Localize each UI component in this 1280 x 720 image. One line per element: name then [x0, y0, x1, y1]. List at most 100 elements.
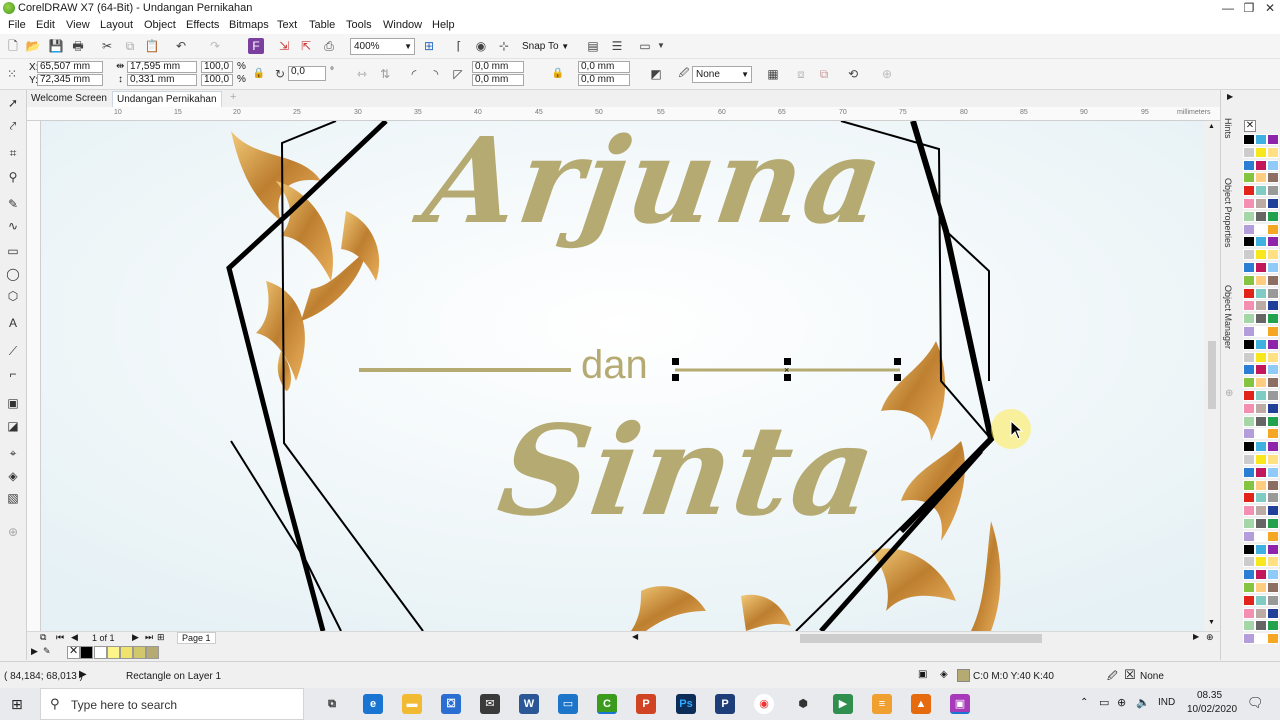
color-swatch[interactable] [1255, 582, 1267, 593]
x-position-field[interactable]: 65,507 mm [37, 61, 103, 73]
vertical-scroll-thumb[interactable] [1208, 341, 1216, 409]
color-swatch[interactable] [1243, 364, 1255, 376]
color-swatch[interactable] [1243, 262, 1255, 273]
color-swatch[interactable] [1267, 185, 1279, 197]
snap-to-dropdown[interactable]: Snap To ▼ [522, 38, 578, 55]
color-swatch[interactable] [1267, 543, 1279, 555]
docker-tab-object-manager[interactable]: Object Manager [1223, 285, 1233, 349]
color-swatch[interactable] [1243, 402, 1255, 414]
scroll-right-icon[interactable]: ▶ [1193, 632, 1199, 641]
corner-bottom-right-field[interactable]: 0,0 mm [578, 74, 630, 86]
color-swatch[interactable] [1255, 428, 1267, 440]
color-swatch[interactable] [1243, 300, 1255, 312]
color-swatch[interactable] [1243, 543, 1255, 555]
new-document-icon[interactable]: 🗋 [5, 38, 21, 54]
menu-view[interactable]: View [66, 19, 90, 31]
color-swatch[interactable] [1267, 146, 1279, 158]
color-swatch[interactable] [1267, 620, 1279, 632]
color-swatch[interactable] [1267, 569, 1279, 581]
color-swatch[interactable] [1267, 377, 1279, 389]
chamfered-corner-icon[interactable]: ◸ [450, 66, 466, 82]
color-swatch[interactable] [1255, 390, 1267, 401]
drop-shadow-icon[interactable]: ▣ [5, 395, 21, 411]
3d-viewer-icon[interactable]: ⬢ [793, 694, 813, 714]
page-tab[interactable]: Page 1 [177, 632, 216, 644]
lock-ratio-icon[interactable]: 🔒 [251, 66, 267, 82]
color-swatch[interactable] [1255, 402, 1267, 414]
next-page-icon[interactable]: ▶ [132, 632, 139, 643]
color-swatch[interactable] [1255, 633, 1267, 645]
color-swatch[interactable] [1267, 172, 1279, 184]
color-swatch[interactable] [1267, 364, 1279, 376]
mirror-horizontal-icon[interactable]: ⇿ [354, 66, 370, 82]
artistic-media-icon[interactable]: ∿ [5, 218, 21, 234]
color-swatch[interactable] [1267, 402, 1279, 414]
clock-time[interactable]: 08.35 [1197, 690, 1222, 701]
color-swatch[interactable] [1267, 210, 1279, 222]
menu-object[interactable]: Object [144, 19, 176, 31]
palette-expand-icon[interactable]: ▶ [31, 646, 38, 657]
zoom-level-dropdown[interactable]: 400% ▼ [350, 38, 415, 55]
full-screen-preview-icon[interactable]: ⊞ [421, 38, 437, 54]
selection-handle-bottom-left[interactable] [672, 374, 679, 381]
winrar-icon[interactable]: ≡ [872, 694, 892, 714]
color-swatch[interactable] [1243, 390, 1255, 401]
coreldraw-taskbar-icon[interactable]: C [597, 694, 617, 714]
close-button[interactable]: ✕ [1259, 0, 1280, 17]
cut-icon[interactable]: ✂ [99, 38, 115, 54]
corner-top-left-field[interactable]: 0,0 mm [472, 61, 524, 73]
publish-pdf-icon[interactable]: ⎙ [321, 38, 337, 54]
color-swatch[interactable] [1267, 313, 1279, 325]
text-tool-icon[interactable]: A [5, 315, 21, 331]
show-grid-icon[interactable]: ◉ [473, 38, 489, 54]
navigator-zoom-icon[interactable]: ⊕ [1206, 632, 1214, 643]
color-swatch[interactable] [1243, 415, 1255, 427]
color-swatch[interactable] [1267, 633, 1279, 645]
corner-top-right-field[interactable]: 0,0 mm [578, 61, 630, 73]
wrap-text-icon[interactable]: ▦ [765, 66, 781, 82]
color-swatch[interactable] [1255, 159, 1267, 171]
selection-handle-bottom-right[interactable] [894, 374, 901, 381]
color-swatch[interactable] [1243, 441, 1255, 453]
color-swatch[interactable] [1243, 287, 1255, 299]
color-swatch[interactable] [1255, 134, 1267, 145]
scroll-up-icon[interactable]: ▲ [1208, 123, 1215, 130]
color-swatch[interactable] [1243, 428, 1255, 440]
prev-page-icon[interactable]: ◀ [71, 632, 78, 643]
palette-swatch[interactable] [80, 646, 93, 659]
color-swatch[interactable] [1255, 607, 1267, 619]
color-swatch[interactable] [1267, 390, 1279, 401]
menu-edit[interactable]: Edit [36, 19, 55, 31]
palette-eyedropper-icon[interactable]: ✎ [43, 646, 51, 657]
color-swatch[interactable] [1243, 146, 1255, 158]
color-swatch[interactable] [1243, 607, 1255, 619]
shape-tool-icon[interactable]: ⤤ [5, 118, 21, 134]
color-swatch[interactable] [1243, 159, 1255, 171]
export-icon[interactable]: ⇱ [298, 38, 314, 54]
parallel-dimension-icon[interactable]: ⟋ [5, 343, 21, 359]
color-swatch[interactable] [1267, 287, 1279, 299]
color-swatch[interactable] [1255, 146, 1267, 158]
fill-color-swatch[interactable] [957, 669, 970, 682]
color-swatch[interactable] [1267, 428, 1279, 440]
height-field[interactable]: 0,331 mm [127, 74, 197, 86]
color-swatch[interactable] [1243, 492, 1255, 504]
color-swatch[interactable] [1267, 159, 1279, 171]
color-swatch[interactable] [1243, 620, 1255, 632]
network-icon[interactable]: ⊕ [1117, 696, 1126, 709]
outline-width-dropdown[interactable]: None ▼ [692, 66, 752, 83]
task-view-icon[interactable]: ⧉ [322, 694, 342, 714]
color-swatch[interactable] [1255, 492, 1267, 504]
input-language[interactable]: IND [1158, 697, 1175, 708]
color-swatch[interactable] [1243, 351, 1255, 363]
transparency-icon[interactable]: ◪ [5, 418, 21, 434]
color-swatch[interactable] [1243, 338, 1255, 350]
docker-expand-icon[interactable]: ▶ [1227, 92, 1233, 101]
color-swatch[interactable] [1243, 223, 1255, 235]
page-options-icon[interactable]: ⧉ [40, 632, 46, 643]
color-swatch[interactable] [1255, 441, 1267, 453]
color-swatch[interactable] [1255, 620, 1267, 632]
app-window-icon[interactable]: ▭ [558, 694, 578, 714]
save-icon[interactable]: 💾 [48, 38, 64, 54]
menu-help[interactable]: Help [432, 19, 455, 31]
